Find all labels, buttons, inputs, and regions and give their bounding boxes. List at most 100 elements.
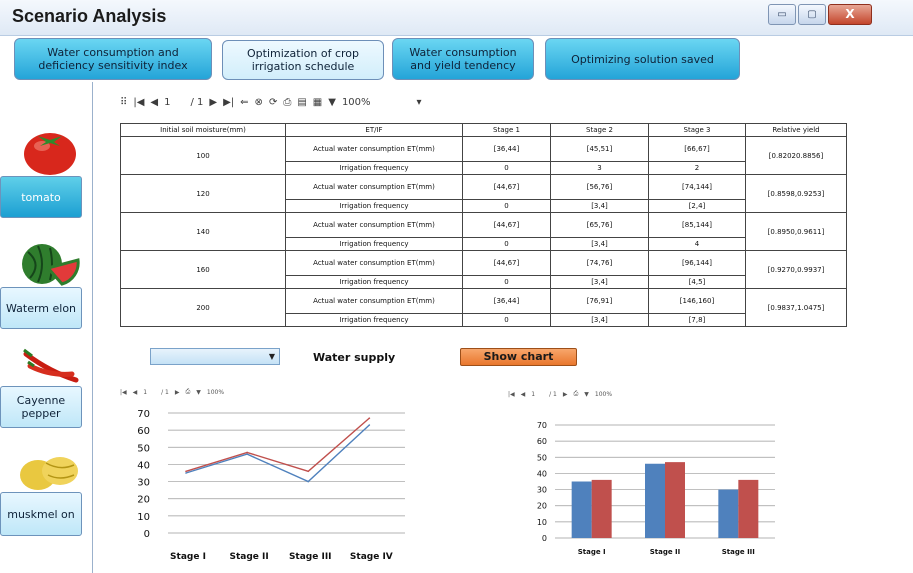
y-tick-label: 10 [137, 512, 150, 523]
crop-tomato-button[interactable]: tomato [0, 176, 82, 218]
freq-value-cell: 0 [462, 236, 551, 252]
first-page-icon[interactable]: |◀ [133, 97, 144, 108]
data-point [368, 417, 371, 419]
print-icon[interactable]: ⎙ [185, 388, 190, 396]
freq-value-cell: [2,4] [648, 198, 746, 214]
freq-label-cell: Irrigation frequency [285, 160, 463, 176]
freq-value-cell: [3,4] [550, 236, 649, 252]
crop-watermelon-button[interactable]: Waterm elon [0, 287, 82, 329]
freq-value-cell: 0 [462, 198, 551, 214]
et-value-cell: [96,144] [648, 250, 746, 276]
app-window: Scenario Analysis ▭ ▢ X Water consumptio… [0, 0, 913, 573]
last-page-icon[interactable]: ▶| [223, 97, 234, 108]
page-count: / 1 [161, 388, 169, 396]
y-tick-label: 30 [137, 478, 150, 489]
prev-page-icon[interactable]: ◀ [133, 389, 138, 396]
et-label-cell: Actual water consumption ET(mm) [285, 136, 463, 162]
data-point [307, 470, 310, 473]
freq-label-cell: Irrigation frequency [285, 198, 463, 214]
data-point [307, 480, 310, 483]
stop-icon[interactable]: ⊗ [255, 97, 263, 108]
prev-page-icon[interactable]: ◀ [521, 391, 526, 398]
y-tick-label: 50 [137, 443, 150, 454]
x-tick-label: Stage I [170, 552, 206, 562]
et-value-cell: [36,44] [462, 136, 551, 162]
title-bar: Scenario Analysis ▭ ▢ X [0, 0, 913, 36]
zoom-dropdown-icon[interactable]: ▾ [417, 97, 422, 108]
zoom-level[interactable]: 100% [207, 389, 224, 396]
export-icon[interactable]: ▼ [328, 97, 336, 108]
x-tick-label: Stage III [289, 552, 332, 562]
bar [571, 481, 592, 538]
moisture-cell: 140 [120, 212, 286, 251]
zoom-level[interactable]: 100% [595, 391, 612, 398]
close-button[interactable]: X [828, 4, 872, 25]
y-tick-label: 0 [144, 529, 150, 540]
app-title: Scenario Analysis [12, 6, 167, 26]
data-point [185, 470, 187, 473]
freq-label-cell: Irrigation frequency [285, 236, 463, 252]
tab-irrigation-schedule[interactable]: Optimization of crop irrigation schedule [222, 40, 384, 80]
back-icon[interactable]: ⇐ [240, 97, 248, 108]
first-page-icon[interactable]: |◀ [120, 389, 127, 396]
water-supply-dropdown[interactable]: ▼ [150, 348, 280, 365]
table-row: 140 Actual water consumption ET(mm) [44,67… [120, 212, 847, 251]
crop-pepper-button[interactable]: Cayenne pepper [0, 386, 82, 428]
col-header: Stage 1 [462, 123, 551, 137]
print-icon[interactable]: ⎙ [283, 97, 291, 108]
data-point [185, 472, 187, 474]
data-point [246, 451, 248, 454]
layout-icon[interactable]: ▤ [297, 97, 306, 108]
print-icon[interactable]: ⎙ [573, 390, 578, 398]
table-body: 100 Actual water consumption ET(mm) [36,44… [120, 136, 847, 328]
export-icon[interactable]: ▼ [196, 389, 201, 396]
et-value-cell: [66,67] [648, 136, 746, 162]
x-tick-label: Stage III [722, 548, 755, 556]
freq-value-cell: 3 [550, 160, 649, 176]
export-icon[interactable]: ▼ [584, 391, 589, 398]
next-page-icon[interactable]: ▶ [175, 389, 180, 396]
freq-value-cell: 0 [462, 274, 551, 290]
minimize-button[interactable]: ▭ [768, 4, 796, 25]
tab-water-consumption[interactable]: Water consumption and deficiency sensiti… [14, 38, 212, 80]
y-tick-label: 40 [537, 469, 547, 478]
page-number[interactable]: 1 [143, 389, 147, 396]
tab-solution-saved[interactable]: Optimizing solution saved [545, 38, 740, 80]
show-chart-button[interactable]: Show chart [460, 348, 577, 366]
et-value-cell: [56,76] [550, 174, 649, 200]
bar [718, 489, 739, 538]
et-value-cell: [146,160] [648, 288, 746, 314]
moisture-cell: 100 [120, 136, 286, 175]
zoom-level[interactable]: 100% [342, 97, 371, 108]
table-header-row: Initial soil moisture(mm) ET/IF Stage 1 … [120, 123, 847, 137]
crop-muskmelon-button[interactable]: muskmel on [0, 492, 82, 536]
moisture-cell: 160 [120, 250, 286, 289]
et-value-cell: [74,144] [648, 174, 746, 200]
table-row: 100 Actual water consumption ET(mm) [36,44… [120, 136, 847, 175]
freq-label-cell: Irrigation frequency [285, 274, 463, 290]
tab-yield-tendency[interactable]: Water consumption and yield tendency [392, 38, 534, 80]
prev-page-icon[interactable]: ◀ [150, 97, 158, 108]
page-setup-icon[interactable]: ▦ [313, 97, 322, 108]
y-tick-label: 30 [537, 486, 547, 495]
yield-cell: [0.82020.8856] [745, 136, 847, 175]
y-tick-label: 60 [537, 437, 547, 446]
col-header: Stage 2 [550, 123, 649, 137]
freq-value-cell: 2 [648, 160, 746, 176]
next-page-icon[interactable]: ▶ [209, 97, 217, 108]
x-tick-label: Stage II [650, 548, 681, 556]
chevron-down-icon: ▼ [268, 352, 275, 361]
refresh-icon[interactable]: ⟳ [269, 97, 277, 108]
et-value-cell: [44,67] [462, 212, 551, 238]
y-tick-label: 50 [537, 453, 547, 462]
page-number[interactable]: 1 [164, 97, 170, 108]
page-number[interactable]: 1 [531, 391, 535, 398]
next-page-icon[interactable]: ▶ [563, 391, 568, 398]
chart-toolbar-right: |◀ ◀ 1 / 1 ▶ ⎙ ▼ 100% [508, 390, 618, 398]
table-row: 120 Actual water consumption ET(mm) [44,67… [120, 174, 847, 213]
maximize-button[interactable]: ▢ [798, 4, 826, 25]
first-page-icon[interactable]: |◀ [508, 391, 515, 398]
data-point [368, 424, 371, 426]
toolbar-grip-icon: ⠿ [120, 97, 128, 108]
et-value-cell: [76,91] [550, 288, 649, 314]
